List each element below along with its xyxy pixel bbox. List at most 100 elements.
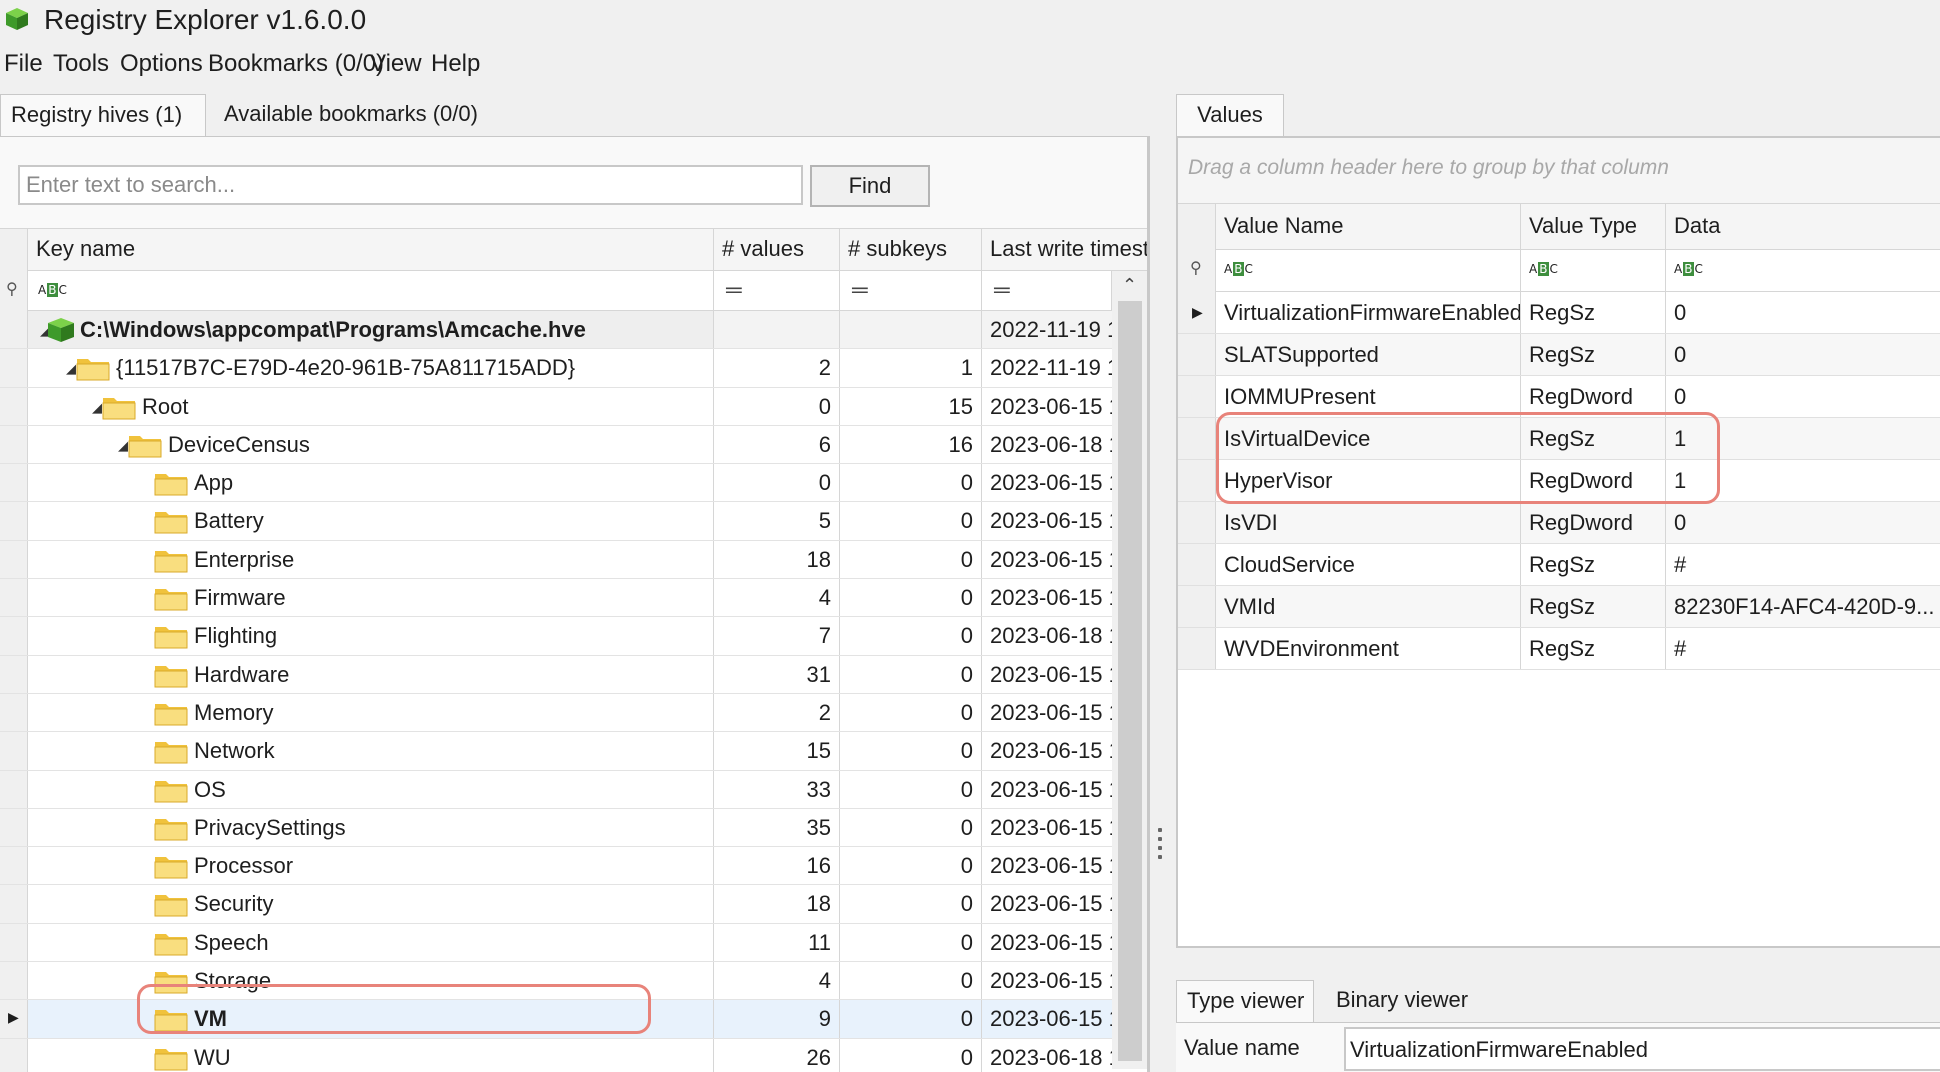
value-row[interactable]: HyperVisor RegDword 1 <box>1178 460 1940 502</box>
tab-values[interactable]: Values <box>1176 94 1284 136</box>
tree-row[interactable]: ◢ C:\Windows\appcompat\Programs\Amcache.… <box>0 311 1112 350</box>
key-name-cell[interactable]: ◢ Root <box>28 387 714 425</box>
splitter-handle[interactable] <box>1158 828 1164 868</box>
column-value-type[interactable]: Value Type <box>1521 204 1666 250</box>
row-indicator[interactable] <box>0 617 28 655</box>
scroll-thumb[interactable] <box>1118 301 1142 1061</box>
filter-data[interactable]: ABC <box>1666 250 1940 292</box>
key-name-cell[interactable]: App <box>28 464 714 502</box>
scroll-up-icon[interactable]: ⌃ <box>1122 275 1137 296</box>
menu-tools[interactable]: Tools <box>53 50 109 78</box>
row-indicator[interactable] <box>1178 502 1216 543</box>
value-row[interactable]: WVDEnvironment RegSz # <box>1178 628 1940 670</box>
row-indicator[interactable] <box>1178 376 1216 417</box>
filter-value-type[interactable]: ABC <box>1521 250 1666 292</box>
row-indicator[interactable] <box>0 311 28 349</box>
row-indicator[interactable]: ▶ <box>0 1000 28 1038</box>
expand-triangle-icon[interactable]: ◢ <box>66 361 76 377</box>
value-row[interactable]: IsVDI RegDword 0 <box>1178 502 1940 544</box>
key-name-cell[interactable]: Battery <box>28 502 714 540</box>
key-name-cell[interactable]: Processor <box>28 847 714 885</box>
key-name-cell[interactable]: Speech <box>28 923 714 962</box>
column-last-write[interactable]: Last write timesta <box>982 229 1147 271</box>
row-indicator[interactable] <box>0 885 28 923</box>
filter-last-write[interactable]: ═ <box>982 271 1112 311</box>
filter-values-count[interactable]: ═ <box>714 271 840 311</box>
expand-triangle-icon[interactable]: ◢ <box>118 438 128 454</box>
menu-file[interactable]: File <box>4 50 43 78</box>
row-indicator[interactable] <box>0 387 28 425</box>
row-indicator[interactable] <box>0 770 28 808</box>
key-name-cell[interactable]: Network <box>28 732 714 770</box>
tree-row[interactable]: Network 15 0 2023-06-15 1 <box>0 732 1112 771</box>
row-indicator[interactable] <box>0 425 28 464</box>
value-row[interactable]: IsVirtualDevice RegSz 1 <box>1178 418 1940 460</box>
row-indicator[interactable] <box>1178 628 1216 669</box>
menu-options[interactable]: Options <box>120 50 203 78</box>
tree-row[interactable]: Enterprise 18 0 2023-06-15 1 <box>0 540 1112 580</box>
key-name-cell[interactable]: PrivacySettings <box>28 808 714 847</box>
tree-row[interactable]: ◢ {11517B7C-E79D-4e20-961B-75A811715ADD}… <box>0 349 1112 388</box>
key-name-cell[interactable]: OS <box>28 770 714 808</box>
tree-scrollbar[interactable]: ⌃ <box>1112 271 1147 1069</box>
value-row[interactable]: IOMMUPresent RegDword 0 <box>1178 376 1940 418</box>
key-name-cell[interactable]: Firmware <box>28 579 714 617</box>
tab-binary-viewer[interactable]: Binary viewer <box>1326 980 1478 1022</box>
row-indicator[interactable]: ▶ <box>1178 292 1216 333</box>
filter-key-name[interactable]: ABC <box>28 271 714 311</box>
tree-row[interactable]: Firmware 4 0 2023-06-15 1 <box>0 579 1112 618</box>
tree-row[interactable]: Memory 2 0 2023-06-15 1 <box>0 693 1112 733</box>
row-indicator[interactable] <box>0 464 28 502</box>
value-row[interactable]: SLATSupported RegSz 0 <box>1178 334 1940 376</box>
value-row[interactable]: VMId RegSz 82230F14-AFC4-420D-9... <box>1178 586 1940 628</box>
tree-row[interactable]: Security 18 0 2023-06-15 1 <box>0 885 1112 924</box>
row-indicator[interactable] <box>1178 586 1216 627</box>
column-subkeys-count[interactable]: # subkeys <box>840 229 982 271</box>
key-name-cell[interactable]: Flighting <box>28 617 714 655</box>
key-name-cell[interactable]: WU <box>28 1038 714 1072</box>
tree-row[interactable]: Speech 11 0 2023-06-15 1 <box>0 923 1112 963</box>
filter-value-name[interactable]: ABC <box>1216 250 1521 292</box>
key-name-cell[interactable]: Hardware <box>28 655 714 693</box>
row-indicator[interactable] <box>1178 544 1216 585</box>
value-row[interactable]: CloudService RegSz # <box>1178 544 1940 586</box>
row-indicator[interactable] <box>0 847 28 885</box>
group-by-area[interactable]: Drag a column header here to group by th… <box>1178 138 1940 204</box>
column-key-name[interactable]: Key name <box>28 229 714 271</box>
row-indicator[interactable] <box>0 732 28 770</box>
key-name-cell[interactable]: ◢ DeviceCensus <box>28 425 714 464</box>
row-indicator[interactable] <box>0 962 28 1000</box>
row-indicator[interactable] <box>0 655 28 693</box>
tree-row[interactable]: OS 33 0 2023-06-15 1 <box>0 770 1112 809</box>
row-indicator[interactable] <box>0 923 28 962</box>
tree-row[interactable]: PrivacySettings 35 0 2023-06-15 1 <box>0 808 1112 848</box>
value-name-field[interactable]: VirtualizationFirmwareEnabled <box>1344 1027 1940 1071</box>
tree-row[interactable]: App 0 0 2023-06-15 1 <box>0 464 1112 503</box>
row-indicator[interactable] <box>0 1038 28 1072</box>
key-name-cell[interactable]: Storage <box>28 962 714 1000</box>
value-row[interactable]: ▶ VirtualizationFirmwareEnabled RegSz 0 <box>1178 292 1940 334</box>
tree-row[interactable]: ▶ VM 9 0 2023-06-15 1 <box>0 1000 1112 1039</box>
tab-registry-hives[interactable]: Registry hives (1) <box>0 94 206 136</box>
search-input[interactable] <box>18 165 803 205</box>
column-data[interactable]: Data <box>1666 204 1940 250</box>
find-button[interactable]: Find <box>810 165 930 207</box>
row-indicator[interactable] <box>0 808 28 847</box>
row-indicator[interactable] <box>0 349 28 387</box>
column-values-count[interactable]: # values <box>714 229 840 271</box>
column-value-name[interactable]: Value Name <box>1216 204 1521 250</box>
row-indicator[interactable] <box>0 540 28 579</box>
tree-row[interactable]: WU 26 0 2023-06-18 1 <box>0 1038 1112 1072</box>
menu-view[interactable]: View <box>370 50 422 78</box>
tree-row[interactable]: Processor 16 0 2023-06-15 1 <box>0 847 1112 886</box>
tab-available-bookmarks[interactable]: Available bookmarks (0/0) <box>214 94 488 136</box>
key-name-cell[interactable]: ◢ {11517B7C-E79D-4e20-961B-75A811715ADD} <box>28 349 714 387</box>
menu-help[interactable]: Help <box>431 50 480 78</box>
key-name-cell[interactable]: Security <box>28 885 714 923</box>
tab-type-viewer[interactable]: Type viewer <box>1176 980 1314 1022</box>
tree-row[interactable]: Flighting 7 0 2023-06-18 1 <box>0 617 1112 656</box>
row-indicator[interactable] <box>1178 334 1216 375</box>
tree-row[interactable]: ◢ DeviceCensus 6 16 2023-06-18 1 <box>0 425 1112 465</box>
row-indicator[interactable] <box>0 693 28 732</box>
tree-row[interactable]: Storage 4 0 2023-06-15 1 <box>0 962 1112 1001</box>
